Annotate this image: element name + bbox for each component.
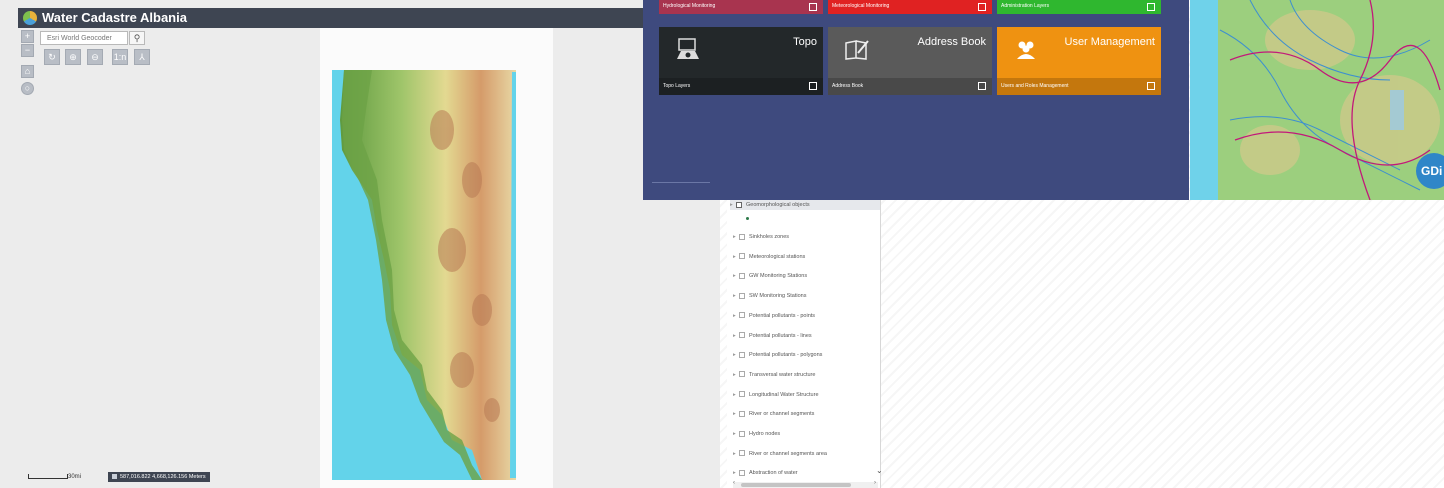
horizontal-scrollbar[interactable]: ‹ ›: [733, 480, 878, 488]
users-icon: [1017, 41, 1035, 59]
scale-label: 30mi: [68, 474, 82, 480]
layer-item[interactable]: ▸ Potential pollutants - polygons: [733, 350, 822, 360]
tile-address-book-footer: Address Book: [828, 78, 992, 95]
scroll-left-icon[interactable]: ‹: [733, 480, 735, 486]
layer-label: Transversal water structure: [749, 371, 816, 378]
layer-item[interactable]: ▸ Longitudinal Water Structure: [733, 390, 819, 400]
tile-address-book-title: Address Book: [917, 36, 986, 48]
layer-checkbox[interactable]: [739, 272, 745, 279]
topo-map-icon: [677, 38, 699, 59]
app-title: Water Cadastre Albania: [42, 10, 187, 25]
layer-list-panel: ▸ Geomorphological objects ▸ Sinkholes zon…: [727, 200, 881, 488]
open-icon: [1147, 3, 1155, 11]
tile-administration-layers[interactable]: Administration Layers: [997, 0, 1161, 14]
dashboard-divider: [652, 182, 710, 183]
layer-checkbox[interactable]: [739, 371, 745, 378]
tile-meteorological-monitoring[interactable]: Meteorological Monitoring: [828, 0, 992, 14]
home-icon[interactable]: ⌂: [21, 65, 34, 78]
tool-measure-button[interactable]: ⅄: [134, 49, 150, 65]
layer-item[interactable]: ▸ River or channel segments area: [733, 449, 827, 459]
layer-label: Longitudinal Water Structure: [749, 391, 819, 398]
layer-label: River or channel segments: [749, 411, 815, 418]
dashboard-panel: Hydrological Monitoring Meteorological M…: [643, 0, 1189, 200]
layer-item[interactable]: ▸ Meteorological stations: [733, 252, 805, 262]
search-icon[interactable]: ⚲: [129, 31, 145, 45]
zoom-in-button[interactable]: +: [21, 30, 34, 43]
layer-checkbox[interactable]: [739, 351, 745, 358]
layer-checkbox[interactable]: [739, 253, 745, 260]
layer-item[interactable]: ▸ Transversal water structure: [733, 370, 815, 380]
layer-checkbox[interactable]: [739, 469, 745, 476]
open-icon: [809, 82, 817, 90]
tile-user-management[interactable]: User Management Users and Roles Manageme…: [997, 27, 1161, 95]
layer-label: SW Monitoring Stations: [749, 293, 807, 300]
layer-checkbox[interactable]: [739, 410, 745, 417]
layer-label: Potential pollutants - polygons: [749, 352, 823, 359]
layer-item[interactable]: ▸ Potential pollutants - lines: [733, 331, 812, 341]
tool-zoom-in-button[interactable]: ⊕: [65, 49, 81, 65]
layer-label: Potential pollutants - lines: [749, 332, 812, 339]
layer-checkbox[interactable]: [739, 391, 745, 398]
search-input[interactable]: Esri World Geocoder: [40, 31, 128, 45]
layer-item-selected[interactable]: ▸ Geomorphological objects: [730, 200, 880, 210]
gdi-badge[interactable]: GDi: [1416, 153, 1444, 189]
layer-checkbox[interactable]: [739, 332, 745, 339]
tile-topo-footer: Topo Layers: [659, 78, 823, 95]
layer-checkbox[interactable]: [739, 233, 745, 240]
layer-label: Hydro nodes: [749, 431, 781, 437]
tile-hydrological-label: Hydrological Monitoring: [663, 3, 716, 9]
map-application: Water Cadastre Albania + − ⌂ ○ Esri Worl…: [0, 0, 720, 488]
layer-item[interactable]: ▸ Abstraction of water: [733, 468, 798, 478]
layer-checkbox[interactable]: [739, 430, 745, 437]
tile-user-management-title: User Management: [1064, 36, 1156, 48]
zoom-out-button[interactable]: −: [21, 44, 34, 57]
layer-item[interactable]: ▸ Potential pollutants - points: [733, 311, 815, 321]
tool-scale-button[interactable]: 1:n: [112, 49, 128, 65]
tile-address-book[interactable]: Address Book Address Book: [828, 27, 992, 95]
tile-administration-label: Administration Layers: [1001, 3, 1050, 9]
open-icon: [978, 3, 986, 11]
layer-checkbox[interactable]: [739, 450, 745, 457]
open-icon: [809, 3, 817, 11]
layer-checkbox-checked[interactable]: [736, 201, 742, 208]
layer-item[interactable]: ▸ SW Monitoring Stations: [733, 291, 806, 301]
layer-label: Geomorphological objects: [746, 202, 810, 208]
tool-refresh-button[interactable]: ↻: [44, 49, 60, 65]
tile-topo-title: Topo: [793, 36, 817, 48]
layer-label: Potential pollutants - points: [749, 312, 816, 319]
open-icon: [1147, 82, 1155, 90]
tool-zoom-out-button[interactable]: ⊖: [87, 49, 103, 65]
layer-symbol-dot: [746, 217, 749, 220]
layer-checkbox[interactable]: [739, 312, 745, 319]
regional-map-preview[interactable]: [1190, 0, 1444, 200]
app-logo-icon: [23, 11, 37, 25]
coordinates-text: 587,016.822 4,668,126.156 Meters: [120, 474, 206, 480]
layer-item[interactable]: ▸ GW Monitoring Stations: [733, 271, 807, 281]
address-book-icon: [845, 40, 869, 60]
layer-item[interactable]: ▸ Hydro nodes: [733, 429, 780, 439]
layer-label: Meteorological stations: [749, 253, 806, 260]
app-header: Water Cadastre Albania: [18, 8, 720, 28]
locate-icon[interactable]: ○: [21, 82, 34, 95]
scroll-down-icon[interactable]: ⌄: [876, 466, 883, 475]
scrollbar-thumb[interactable]: [741, 483, 851, 487]
layer-label: River or channel segments area: [749, 450, 827, 457]
layer-checkbox[interactable]: [739, 292, 745, 299]
open-icon: [978, 82, 986, 90]
scroll-right-icon[interactable]: ›: [874, 480, 876, 486]
layer-item[interactable]: ▸ River or channel segments: [733, 409, 814, 419]
albania-terrain-map[interactable]: [332, 70, 516, 480]
tile-hydrological-monitoring[interactable]: Hydrological Monitoring: [659, 0, 823, 14]
layer-item[interactable]: ▸ Sinkholes zones: [733, 232, 789, 242]
tile-meteorological-label: Meteorological Monitoring: [832, 3, 890, 9]
layer-label: GW Monitoring Stations: [749, 273, 808, 280]
tile-topo[interactable]: Topo Topo Layers: [659, 27, 823, 95]
layer-label: Abstraction of water: [749, 470, 798, 477]
layer-label: Sinkholes zones: [749, 234, 790, 240]
tile-user-management-footer: Users and Roles Management: [997, 78, 1161, 95]
coordinates-readout: 587,016.822 4,668,126.156 Meters: [108, 472, 210, 482]
